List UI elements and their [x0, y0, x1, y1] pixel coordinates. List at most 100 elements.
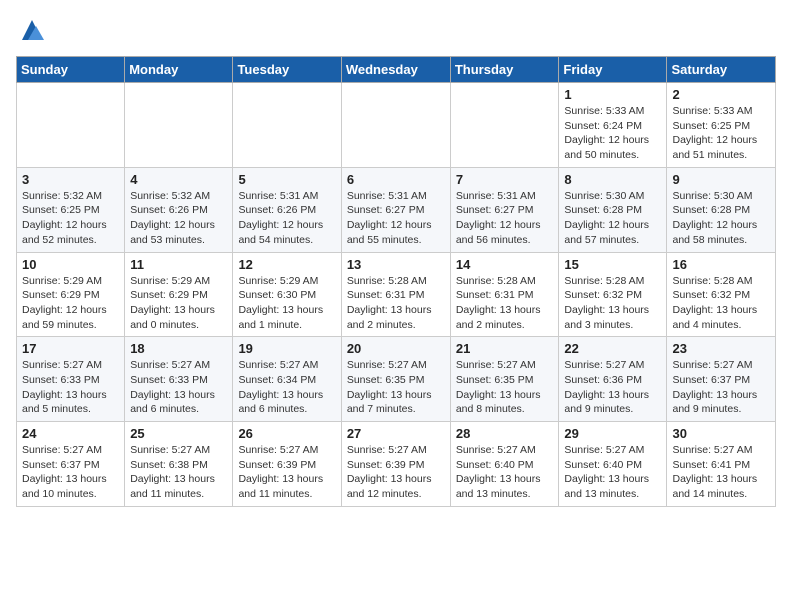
- calendar-cell: 28 Sunrise: 5:27 AMSunset: 6:40 PMDayligh…: [450, 422, 559, 507]
- col-header-sunday: Sunday: [17, 57, 125, 83]
- day-info: Sunrise: 5:27 AMSunset: 6:37 PMDaylight:…: [22, 443, 119, 502]
- col-header-saturday: Saturday: [667, 57, 776, 83]
- day-number: 19: [238, 341, 335, 356]
- calendar-table: SundayMondayTuesdayWednesdayThursdayFrid…: [16, 56, 776, 507]
- day-info: Sunrise: 5:27 AMSunset: 6:33 PMDaylight:…: [22, 358, 119, 417]
- calendar-cell: 26 Sunrise: 5:27 AMSunset: 6:39 PMDayligh…: [233, 422, 341, 507]
- day-number: 11: [130, 257, 227, 272]
- day-info: Sunrise: 5:27 AMSunset: 6:33 PMDaylight:…: [130, 358, 227, 417]
- day-info: Sunrise: 5:27 AMSunset: 6:40 PMDaylight:…: [456, 443, 554, 502]
- day-number: 17: [22, 341, 119, 356]
- day-info: Sunrise: 5:32 AMSunset: 6:25 PMDaylight:…: [22, 189, 119, 248]
- calendar-header-row: SundayMondayTuesdayWednesdayThursdayFrid…: [17, 57, 776, 83]
- calendar-cell: 12 Sunrise: 5:29 AMSunset: 6:30 PMDayligh…: [233, 252, 341, 337]
- day-info: Sunrise: 5:29 AMSunset: 6:29 PMDaylight:…: [130, 274, 227, 333]
- day-number: 24: [22, 426, 119, 441]
- day-number: 7: [456, 172, 554, 187]
- calendar-cell: 11 Sunrise: 5:29 AMSunset: 6:29 PMDayligh…: [125, 252, 233, 337]
- logo: [16, 16, 46, 44]
- calendar-cell: 9 Sunrise: 5:30 AMSunset: 6:28 PMDaylight…: [667, 167, 776, 252]
- calendar-cell: 10 Sunrise: 5:29 AMSunset: 6:29 PMDayligh…: [17, 252, 125, 337]
- day-number: 27: [347, 426, 445, 441]
- week-row-1: 1Sunrise: 5:33 AMSunset: 6:24 PMDaylight…: [17, 83, 776, 168]
- calendar-cell: 2 Sunrise: 5:33 AMSunset: 6:25 PMDaylight…: [667, 83, 776, 168]
- day-info: Sunrise: 5:31 AMSunset: 6:27 PMDaylight:…: [347, 189, 445, 248]
- calendar-cell: 21 Sunrise: 5:27 AMSunset: 6:35 PMDayligh…: [450, 337, 559, 422]
- week-row-2: 3 Sunrise: 5:32 AMSunset: 6:25 PMDaylight…: [17, 167, 776, 252]
- week-row-5: 24 Sunrise: 5:27 AMSunset: 6:37 PMDayligh…: [17, 422, 776, 507]
- calendar-cell: [17, 83, 125, 168]
- calendar-cell: 7Sunrise: 5:31 AMSunset: 6:27 PMDaylight…: [450, 167, 559, 252]
- day-info: Sunrise: 5:29 AMSunset: 6:30 PMDaylight:…: [238, 274, 335, 333]
- day-number: 29: [564, 426, 661, 441]
- calendar-cell: 25 Sunrise: 5:27 AMSunset: 6:38 PMDayligh…: [125, 422, 233, 507]
- day-number: 28: [456, 426, 554, 441]
- calendar-cell: 13 Sunrise: 5:28 AMSunset: 6:31 PMDayligh…: [341, 252, 450, 337]
- day-number: 2: [672, 87, 770, 102]
- calendar-cell: 3 Sunrise: 5:32 AMSunset: 6:25 PMDaylight…: [17, 167, 125, 252]
- day-number: 23: [672, 341, 770, 356]
- day-number: 25: [130, 426, 227, 441]
- col-header-monday: Monday: [125, 57, 233, 83]
- logo-icon: [18, 16, 46, 44]
- day-number: 3: [22, 172, 119, 187]
- calendar-cell: 19 Sunrise: 5:27 AMSunset: 6:34 PMDayligh…: [233, 337, 341, 422]
- day-info: Sunrise: 5:27 AMSunset: 6:41 PMDaylight:…: [672, 443, 770, 502]
- calendar-cell: 30 Sunrise: 5:27 AMSunset: 6:41 PMDayligh…: [667, 422, 776, 507]
- day-info: Sunrise: 5:29 AMSunset: 6:29 PMDaylight:…: [22, 274, 119, 333]
- day-info: Sunrise: 5:27 AMSunset: 6:34 PMDaylight:…: [238, 358, 335, 417]
- day-number: 5: [238, 172, 335, 187]
- day-info: Sunrise: 5:32 AMSunset: 6:26 PMDaylight:…: [130, 189, 227, 248]
- calendar-cell: 14Sunrise: 5:28 AMSunset: 6:31 PMDayligh…: [450, 252, 559, 337]
- day-number: 8: [564, 172, 661, 187]
- day-info: Sunrise: 5:28 AMSunset: 6:32 PMDaylight:…: [672, 274, 770, 333]
- calendar-cell: 23Sunrise: 5:27 AMSunset: 6:37 PMDayligh…: [667, 337, 776, 422]
- day-number: 9: [672, 172, 770, 187]
- day-info: Sunrise: 5:30 AMSunset: 6:28 PMDaylight:…: [564, 189, 661, 248]
- day-number: 18: [130, 341, 227, 356]
- calendar-cell: 15 Sunrise: 5:28 AMSunset: 6:32 PMDayligh…: [559, 252, 667, 337]
- calendar-cell: 8 Sunrise: 5:30 AMSunset: 6:28 PMDaylight…: [559, 167, 667, 252]
- day-info: Sunrise: 5:27 AMSunset: 6:40 PMDaylight:…: [564, 443, 661, 502]
- week-row-4: 17 Sunrise: 5:27 AMSunset: 6:33 PMDayligh…: [17, 337, 776, 422]
- day-number: 1: [564, 87, 661, 102]
- calendar-cell: 24 Sunrise: 5:27 AMSunset: 6:37 PMDayligh…: [17, 422, 125, 507]
- calendar-cell: [341, 83, 450, 168]
- day-number: 16: [672, 257, 770, 272]
- col-header-wednesday: Wednesday: [341, 57, 450, 83]
- day-info: Sunrise: 5:27 AMSunset: 6:38 PMDaylight:…: [130, 443, 227, 502]
- day-number: 6: [347, 172, 445, 187]
- day-number: 14: [456, 257, 554, 272]
- day-number: 10: [22, 257, 119, 272]
- calendar-cell: 4 Sunrise: 5:32 AMSunset: 6:26 PMDaylight…: [125, 167, 233, 252]
- calendar-cell: 16 Sunrise: 5:28 AMSunset: 6:32 PMDayligh…: [667, 252, 776, 337]
- day-info: Sunrise: 5:30 AMSunset: 6:28 PMDaylight:…: [672, 189, 770, 248]
- day-number: 30: [672, 426, 770, 441]
- day-info: Sunrise: 5:27 AMSunset: 6:36 PMDaylight:…: [564, 358, 661, 417]
- col-header-friday: Friday: [559, 57, 667, 83]
- day-number: 4: [130, 172, 227, 187]
- col-header-tuesday: Tuesday: [233, 57, 341, 83]
- calendar-cell: 6 Sunrise: 5:31 AMSunset: 6:27 PMDaylight…: [341, 167, 450, 252]
- day-info: Sunrise: 5:27 AMSunset: 6:35 PMDaylight:…: [456, 358, 554, 417]
- day-info: Sunrise: 5:27 AMSunset: 6:35 PMDaylight:…: [347, 358, 445, 417]
- day-info: Sunrise: 5:31 AMSunset: 6:26 PMDaylight:…: [238, 189, 335, 248]
- day-number: 13: [347, 257, 445, 272]
- page-header: [16, 16, 776, 44]
- calendar-cell: 20 Sunrise: 5:27 AMSunset: 6:35 PMDayligh…: [341, 337, 450, 422]
- day-number: 20: [347, 341, 445, 356]
- week-row-3: 10 Sunrise: 5:29 AMSunset: 6:29 PMDayligh…: [17, 252, 776, 337]
- day-number: 26: [238, 426, 335, 441]
- day-info: Sunrise: 5:28 AMSunset: 6:31 PMDaylight:…: [347, 274, 445, 333]
- day-info: Sunrise: 5:33 AMSunset: 6:25 PMDaylight:…: [672, 104, 770, 163]
- day-info: Sunrise: 5:27 AMSunset: 6:39 PMDaylight:…: [347, 443, 445, 502]
- day-number: 21: [456, 341, 554, 356]
- calendar-cell: 1Sunrise: 5:33 AMSunset: 6:24 PMDaylight…: [559, 83, 667, 168]
- calendar-cell: [125, 83, 233, 168]
- day-number: 12: [238, 257, 335, 272]
- day-info: Sunrise: 5:28 AMSunset: 6:32 PMDaylight:…: [564, 274, 661, 333]
- day-number: 15: [564, 257, 661, 272]
- day-info: Sunrise: 5:27 AMSunset: 6:39 PMDaylight:…: [238, 443, 335, 502]
- calendar-cell: 22Sunrise: 5:27 AMSunset: 6:36 PMDayligh…: [559, 337, 667, 422]
- calendar-cell: 5 Sunrise: 5:31 AMSunset: 6:26 PMDaylight…: [233, 167, 341, 252]
